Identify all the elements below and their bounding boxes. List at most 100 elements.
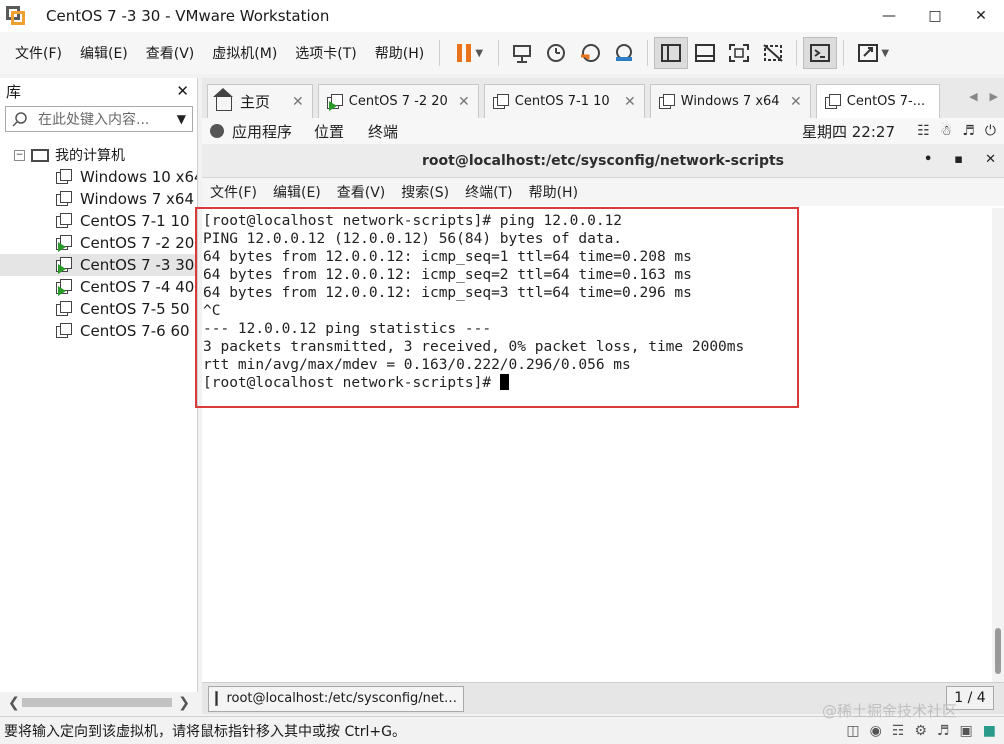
library-search-input[interactable]: 在此处键入内容... ▼ bbox=[5, 106, 193, 132]
library-vm-item[interactable]: CentOS 7 -4 40 bbox=[0, 276, 197, 298]
terminal-menu-edit[interactable]: 编辑(E) bbox=[273, 182, 321, 202]
terminal-line: 64 bytes from 12.0.0.12: icmp_seq=1 ttl=… bbox=[203, 249, 692, 265]
window-title: CentOS 7 -3 30 - VMware Workstation bbox=[46, 7, 330, 25]
terminal-line: ^C bbox=[203, 303, 221, 319]
terminal-minimize-button[interactable]: • bbox=[924, 152, 932, 167]
tab-label: CentOS 7 -2 20 bbox=[348, 94, 448, 109]
library-panel: 库 ✕ 在此处键入内容... ▼ − 我的计算机 Windows 10 x64 W… bbox=[0, 78, 198, 714]
menu-vm[interactable]: 虚拟机(M) bbox=[203, 43, 286, 63]
library-vm-item[interactable]: CentOS 7-6 60 bbox=[0, 320, 197, 342]
terminal-line: [root@localhost network-scripts]# ping 1… bbox=[203, 213, 623, 229]
terminal-line: 64 bytes from 12.0.0.12: icmp_seq=3 ttl=… bbox=[203, 285, 692, 301]
terminal-menu[interactable]: 终端 bbox=[368, 121, 398, 142]
send-keys-icon[interactable] bbox=[505, 37, 539, 69]
cdrom-icon[interactable]: ◉ bbox=[870, 723, 882, 739]
vm-icon bbox=[56, 191, 72, 207]
text-cursor bbox=[499, 374, 509, 390]
library-view-icon[interactable] bbox=[654, 37, 689, 69]
revert-snapshot-icon[interactable] bbox=[573, 37, 607, 69]
tab-close-icon[interactable]: ✕ bbox=[458, 94, 470, 110]
volume-icon[interactable]: ♬ bbox=[962, 123, 975, 139]
tab-close-icon[interactable]: ✕ bbox=[624, 94, 636, 110]
terminal-prompt-line: [root@localhost network-scripts]# bbox=[202, 374, 1004, 392]
collapse-icon[interactable]: − bbox=[14, 149, 25, 161]
terminal-menu-terminal[interactable]: 终端(T) bbox=[465, 182, 512, 202]
terminal-scrollbar[interactable] bbox=[992, 208, 1004, 682]
tab-scroll-right-icon[interactable]: ▶ bbox=[990, 90, 998, 103]
search-icon bbox=[12, 112, 27, 127]
console-icon[interactable] bbox=[803, 37, 838, 69]
terminal-maximize-button[interactable]: ▪ bbox=[954, 152, 963, 167]
sound-icon[interactable]: ♬ bbox=[937, 723, 950, 739]
unity-icon[interactable] bbox=[756, 37, 790, 69]
library-vm-item[interactable]: CentOS 7-1 10 bbox=[0, 210, 197, 232]
fullscreen-icon[interactable] bbox=[722, 37, 756, 69]
minimize-button[interactable]: — bbox=[866, 0, 912, 32]
network-icon[interactable]: ☷ bbox=[917, 123, 930, 139]
library-vm-item[interactable]: Windows 10 x64 bbox=[0, 166, 197, 188]
tree-root-label: 我的计算机 bbox=[55, 148, 125, 164]
terminal-window-controls: • ▪ ✕ bbox=[924, 152, 996, 167]
clock[interactable]: 星期四 22:27 bbox=[802, 121, 895, 142]
tab-scroll-left-icon[interactable]: ◀ bbox=[969, 90, 977, 103]
library-header: 库 ✕ bbox=[0, 78, 197, 104]
library-horizontal-scrollbar[interactable]: ❮ ❯ bbox=[0, 692, 198, 714]
library-close-icon[interactable]: ✕ bbox=[176, 82, 189, 100]
tab-windows-7[interactable]: Windows 7 x64 ✕ bbox=[649, 84, 811, 118]
tab-centos-2[interactable]: CentOS 7 -2 20 ✕ bbox=[317, 84, 479, 118]
tab-centos-1[interactable]: CentOS 7-1 10 ✕ bbox=[483, 84, 645, 118]
terminal-output[interactable]: [root@localhost network-scripts]# ping 1… bbox=[195, 207, 1004, 682]
menubar: 文件(F) 编辑(E) 查看(V) 虚拟机(M) 选项卡(T) 帮助(H) ▼ … bbox=[0, 32, 1004, 74]
menu-edit[interactable]: 编辑(E) bbox=[71, 43, 137, 63]
terminal-menu-view[interactable]: 查看(V) bbox=[337, 182, 386, 202]
display-icon[interactable]: ▣ bbox=[960, 723, 973, 739]
terminal-line: rtt min/avg/max/mdev = 0.163/0.222/0.296… bbox=[203, 357, 631, 373]
tab-centos-3[interactable]: CentOS 7-... bbox=[815, 84, 940, 118]
menu-tabs[interactable]: 选项卡(T) bbox=[286, 43, 365, 63]
library-vm-item[interactable]: Windows 7 x64 bbox=[0, 188, 197, 210]
terminal-menu-file[interactable]: 文件(F) bbox=[210, 182, 257, 202]
hard-disk-icon[interactable]: ◫ bbox=[846, 723, 859, 739]
tab-label: Windows 7 x64 bbox=[680, 94, 780, 109]
pause-icon[interactable]: ▼ bbox=[446, 37, 492, 69]
applications-menu[interactable]: 应用程序 bbox=[210, 121, 292, 142]
library-title: 库 bbox=[6, 82, 22, 101]
terminal-title: root@localhost:/etc/sysconfig/network-sc… bbox=[421, 152, 785, 169]
computer-icon bbox=[31, 148, 49, 162]
stretch-icon[interactable]: ▼ bbox=[850, 37, 896, 69]
terminal-menu-help[interactable]: 帮助(H) bbox=[529, 182, 578, 202]
tab-home[interactable]: 主页 ✕ bbox=[207, 84, 313, 118]
tab-close-icon[interactable]: ✕ bbox=[790, 94, 802, 110]
message-icon[interactable]: ■ bbox=[983, 723, 996, 739]
window-titlebar: CentOS 7 -3 30 - VMware Workstation — □ … bbox=[0, 0, 1004, 32]
maximize-button[interactable]: □ bbox=[912, 0, 958, 32]
library-vm-item[interactable]: CentOS 7 -2 20 bbox=[0, 232, 197, 254]
snapshot-icon[interactable] bbox=[539, 37, 573, 69]
scrollbar-thumb[interactable] bbox=[22, 698, 172, 707]
thumbnail-bar-icon[interactable] bbox=[688, 37, 722, 69]
library-vm-item[interactable]: CentOS 7-5 50 bbox=[0, 298, 197, 320]
power-icon[interactable]: ⏻ bbox=[985, 123, 996, 139]
network-adapter-icon[interactable]: ☶ bbox=[892, 723, 905, 739]
scroll-right-icon[interactable]: ❯ bbox=[178, 695, 190, 711]
tree-root-my-computer[interactable]: − 我的计算机 bbox=[0, 144, 197, 166]
usb-icon[interactable]: ⚙ bbox=[914, 723, 927, 739]
scroll-left-icon[interactable]: ❮ bbox=[8, 695, 20, 711]
vm-icon bbox=[56, 301, 72, 317]
vm-console[interactable]: 应用程序 位置 终端 星期四 22:27 ☷ ☃ ♬ ⏻ root@localh… bbox=[195, 118, 1004, 714]
accessibility-icon[interactable]: ☃ bbox=[940, 123, 953, 139]
scrollbar-thumb[interactable] bbox=[995, 628, 1001, 674]
terminal-menu-search[interactable]: 搜索(S) bbox=[401, 182, 449, 202]
vm-tree: − 我的计算机 Windows 10 x64 Windows 7 x64 CentO… bbox=[0, 144, 197, 342]
menu-help[interactable]: 帮助(H) bbox=[366, 43, 433, 63]
menu-view[interactable]: 查看(V) bbox=[137, 43, 204, 63]
menu-file[interactable]: 文件(F) bbox=[6, 43, 71, 63]
close-button[interactable]: ✕ bbox=[958, 0, 1004, 32]
taskbar-terminal-item[interactable]: root@localhost:/etc/sysconfig/net… bbox=[208, 685, 464, 712]
tab-close-icon[interactable]: ✕ bbox=[292, 94, 304, 110]
library-vm-item[interactable]: CentOS 7 -3 30 bbox=[0, 254, 197, 276]
search-dropdown-icon[interactable]: ▼ bbox=[177, 112, 186, 126]
places-menu[interactable]: 位置 bbox=[314, 121, 344, 142]
snapshot-manager-icon[interactable] bbox=[607, 37, 641, 69]
terminal-close-button[interactable]: ✕ bbox=[985, 152, 996, 167]
